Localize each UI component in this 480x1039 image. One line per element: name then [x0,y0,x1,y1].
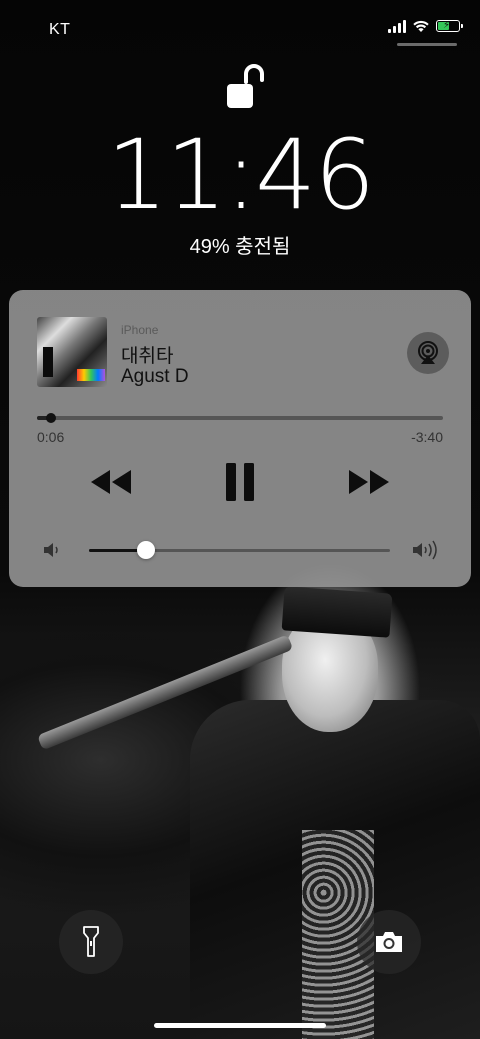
home-indicator[interactable] [154,1023,326,1028]
cellular-signal-icon [388,19,406,33]
battery-charging-icon: ⚡ [436,20,463,32]
album-artwork[interactable] [37,317,107,387]
pause-icon [226,463,254,501]
status-icons: ⚡ [388,19,463,33]
volume-high-icon [413,540,437,560]
airplay-icon [418,341,438,364]
airplay-button[interactable] [407,332,449,374]
playback-scrubber[interactable] [37,413,443,423]
volume-slider-knob[interactable] [137,541,156,559]
remaining-time: -3:40 [411,429,443,445]
unlocked-padlock-icon [227,64,264,108]
flashlight-button[interactable] [59,910,123,974]
elapsed-time: 0:06 [37,429,65,445]
playback-scrubber-knob[interactable] [46,413,57,423]
charging-status: 49% 충전됨 [189,236,291,258]
rewind-button[interactable] [87,465,135,499]
wallpaper-headband [281,586,393,638]
volume-low-icon [44,543,58,557]
camera-button[interactable] [357,910,421,974]
playback-source: iPhone [121,323,159,337]
now-playing-widget[interactable]: iPhone 대취타 Agust D 0:06 -3:40 [9,290,471,587]
song-title: 대취타 [121,346,174,367]
flashlight-icon [83,926,99,957]
carrier-label: KT [49,21,71,38]
lock-screen-time: 11:46 [106,119,376,231]
control-center-indicator[interactable] [397,43,457,46]
camera-icon [376,932,402,952]
wifi-icon [413,20,429,32]
volume-slider[interactable] [89,541,390,559]
fast-forward-icon [349,470,389,494]
artist-name: Agust D [121,366,189,387]
fast-forward-button[interactable] [345,465,393,499]
pause-button[interactable] [215,460,265,504]
rewind-icon [91,470,131,494]
